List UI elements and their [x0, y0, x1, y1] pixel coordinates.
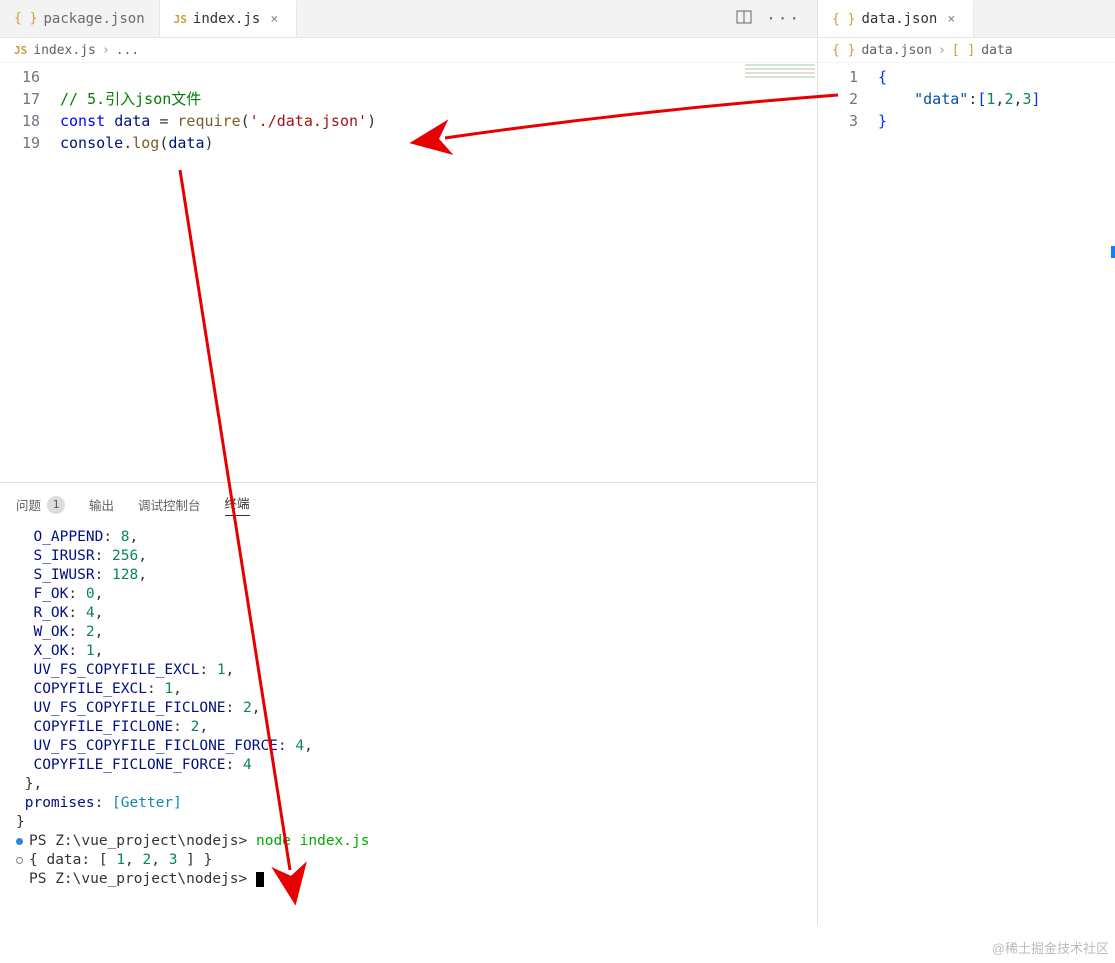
- terminal[interactable]: O_APPEND: 8, S_IRUSR: 256, S_IWUSR: 128,…: [0, 522, 817, 925]
- tab-label: data.json: [861, 11, 937, 27]
- breadcrumb-file: data.json: [861, 43, 931, 58]
- tab-datajson[interactable]: { } data.json ×: [818, 0, 974, 37]
- minimap[interactable]: [745, 64, 815, 94]
- watermark: @稀土掘金技术社区: [992, 938, 1109, 957]
- json-icon: { }: [832, 12, 855, 27]
- tab-label: package.json: [43, 11, 144, 27]
- panel-tab-debug[interactable]: 调试控制台: [138, 493, 201, 516]
- left-editor-group: { } package.json JS index.js × ··· JS in…: [0, 0, 818, 925]
- right-tab-bar: { } data.json ×: [818, 0, 1115, 38]
- panel-tabs: 问题 1 输出 调试控制台 终端: [0, 483, 817, 522]
- array-icon: [ ]: [952, 43, 975, 58]
- left-code-editor[interactable]: 16171819 // 5.引入json文件const data = requi…: [0, 62, 817, 482]
- code-content[interactable]: // 5.引入json文件const data = require('./dat…: [60, 66, 817, 482]
- panel-tab-problems[interactable]: 问题 1: [16, 493, 65, 516]
- editor-actions: ···: [736, 0, 817, 37]
- js-icon: JS: [174, 13, 187, 26]
- gutter: 16171819: [0, 66, 60, 482]
- panel-tab-terminal[interactable]: 终端: [225, 493, 250, 516]
- chevron-right-icon: ›: [938, 43, 946, 58]
- scroll-indicator: [1111, 246, 1115, 258]
- breadcrumb-ellipsis: ...: [116, 43, 139, 58]
- split-icon[interactable]: [736, 9, 752, 29]
- panel-tab-output[interactable]: 输出: [89, 493, 114, 516]
- left-breadcrumb[interactable]: JS index.js › ...: [0, 38, 817, 62]
- left-tab-bar: { } package.json JS index.js × ···: [0, 0, 817, 38]
- tab-indexjs[interactable]: JS index.js ×: [160, 0, 298, 37]
- json-icon: { }: [14, 11, 37, 26]
- close-icon[interactable]: ×: [266, 11, 282, 27]
- close-icon[interactable]: ×: [943, 11, 959, 27]
- json-icon: { }: [832, 43, 855, 58]
- gutter: 123: [818, 66, 878, 925]
- breadcrumb-path: data: [981, 43, 1012, 58]
- more-icon[interactable]: ···: [766, 9, 801, 28]
- right-breadcrumb[interactable]: { } data.json › [ ] data: [818, 38, 1115, 62]
- right-editor-group: { } data.json × { } data.json › [ ] data…: [818, 0, 1115, 925]
- right-code-editor[interactable]: 123 { "data":[1,2,3]}: [818, 62, 1115, 925]
- chevron-right-icon: ›: [102, 43, 110, 58]
- tab-packagejson[interactable]: { } package.json: [0, 0, 160, 37]
- breadcrumb-file: index.js: [33, 43, 96, 58]
- js-icon: JS: [14, 44, 27, 57]
- bottom-panel: 问题 1 输出 调试控制台 终端 O_APPEND: 8, S_IRUSR: 2…: [0, 482, 817, 925]
- code-content[interactable]: { "data":[1,2,3]}: [878, 66, 1115, 925]
- tab-label: index.js: [193, 11, 260, 27]
- problems-badge: 1: [47, 496, 65, 514]
